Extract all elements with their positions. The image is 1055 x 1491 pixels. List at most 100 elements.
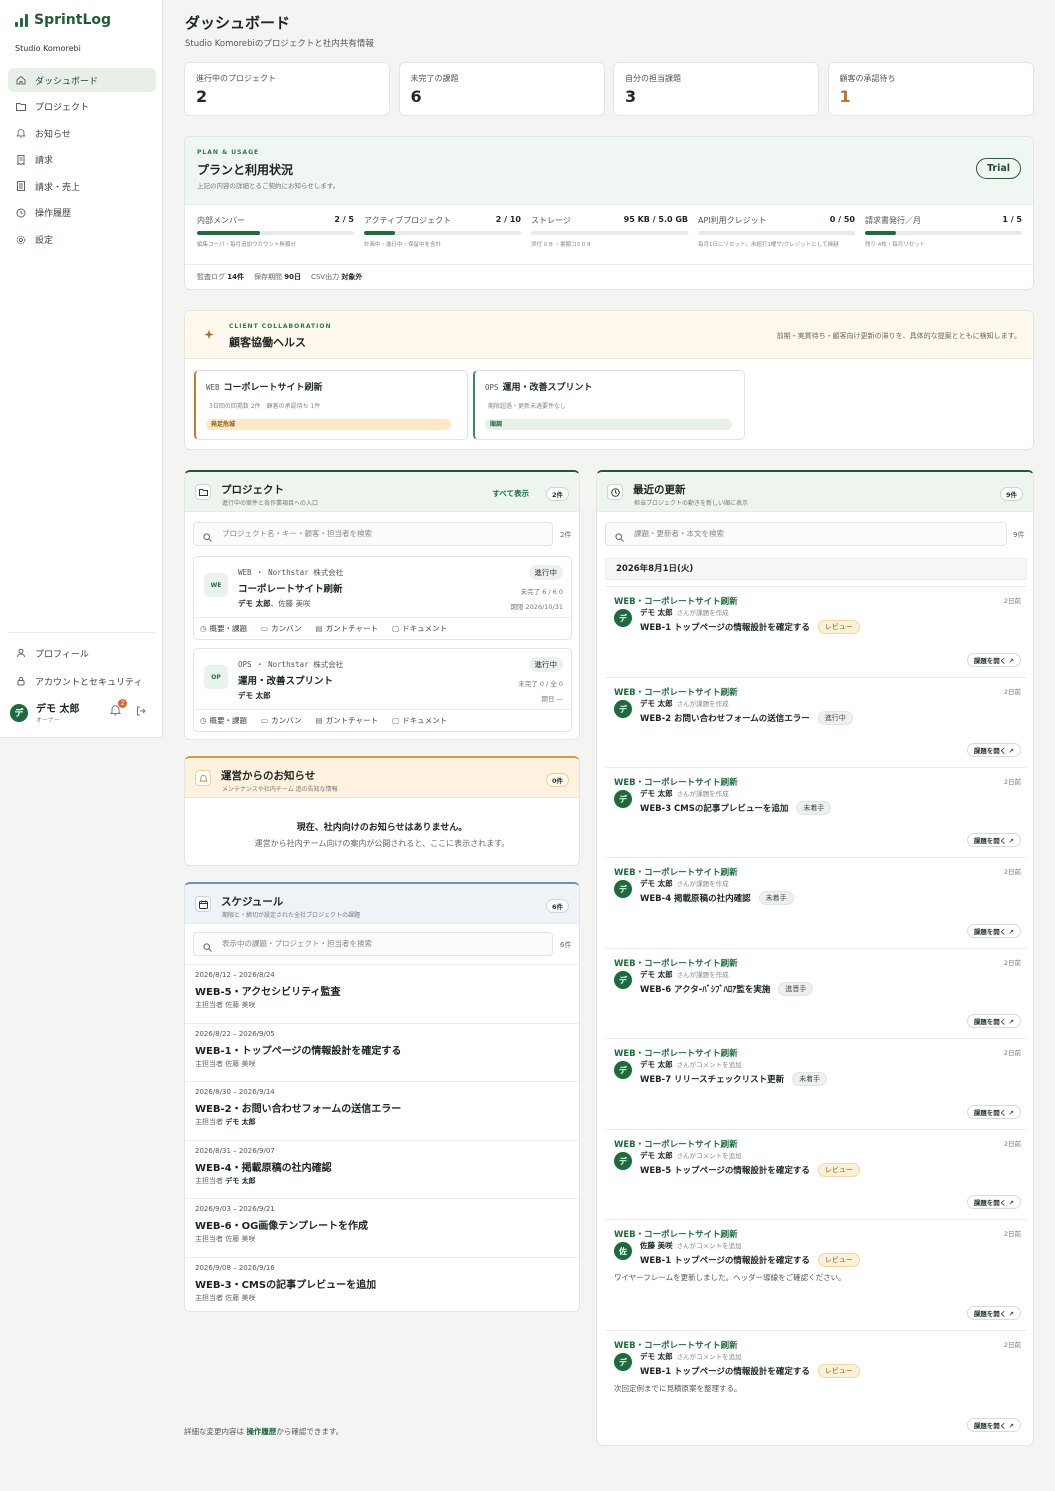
update-user: デモ 太郎 (640, 1151, 673, 1160)
update-item[interactable]: WEB・コーポレートサイト刷新 2日前デデモ 太郎 さんが課題を作成 WEB-6 アク… (605, 948, 1027, 1038)
update-item[interactable]: WEB・コーポレートサイト刷新 2日前デデモ 太郎 さんが課題を作成 WEB-3 CM… (605, 767, 1027, 857)
update-item[interactable]: WEB・コーポレートサイト刷新 2日前デデモ 太郎 さんが課題を作成 WEB-2 お問… (605, 677, 1027, 767)
open-issue-button[interactable]: 課題を開く ↗ (966, 1014, 1021, 1028)
update-action: さんが課題を作成 (676, 700, 729, 708)
collab-meta-2: 顧客の承認待ち 1件 (266, 403, 321, 410)
schedule-item[interactable]: 2026/8/30 – 2026/9/14 WEB-2・お問い合わせフォームの送信… (185, 1081, 579, 1140)
update-project[interactable]: WEB・コーポレートサイト刷新 (614, 957, 738, 969)
status-badge: 進行中 (528, 657, 563, 672)
update-item[interactable]: WEB・コーポレートサイト刷新 2日前デデモ 太郎 さんがコメントを追加 WEB-7 … (605, 1038, 1027, 1129)
schedule-search-count: 6件 (560, 941, 572, 949)
sidebar-item-1[interactable]: プロジェクト (8, 95, 156, 119)
update-comment: ワイヤーフレームを更新しました。ヘッダー導線をご確認ください。 (614, 1273, 846, 1282)
project-name[interactable]: コーポレートサイト刷新 (238, 581, 343, 595)
update-project[interactable]: WEB・コーポレートサイト刷新 (614, 595, 738, 607)
update-project[interactable]: WEB・コーポレートサイト刷新 (614, 1047, 738, 1059)
logout-button[interactable] (136, 706, 146, 719)
usage-label: ストレージ (531, 216, 571, 225)
update-author: デモ 太郎 さんがコメントを追加 (640, 1351, 742, 1362)
sidebar-item-6[interactable]: 設定 (8, 228, 156, 252)
plan-footer-label: CSV出力 (310, 273, 340, 281)
open-issue-button[interactable]: 課題を開く ↗ (966, 1306, 1021, 1320)
project-tab[interactable]: ▢ ドキュメント (392, 715, 447, 726)
update-project[interactable]: WEB・コーポレートサイト刷新 (614, 866, 738, 878)
project-tab[interactable]: ◷ 概要・課題 (200, 715, 247, 726)
project-tab[interactable]: ▤ ガントチャート (316, 715, 379, 726)
update-item[interactable]: WEB・コーポレートサイト刷新 2日前デデモ 太郎 さんが課題を作成 WEB-4 掲載… (605, 857, 1027, 948)
projects-title: プロジェクト (221, 484, 284, 496)
sidebar-item-5[interactable]: 操作履歴 (8, 201, 156, 225)
update-user: デモ 太郎 (640, 1352, 673, 1361)
collab-project-card[interactable]: WEB コーポレートサイト刷新 3日回の回掲数 2件 顧客の承認待ち 1件 発足危城 (194, 370, 468, 440)
schedule-title: WEB-6・OG画像テンプレートを作成 (195, 1221, 369, 1232)
update-item[interactable]: WEB・コーポレートサイト刷新 2日前デデモ 太郎 さんが課題を作成 WEB-1 トッ… (605, 586, 1027, 677)
open-issue-button[interactable]: 課題を開く ↗ (966, 924, 1021, 938)
open-issue-button[interactable]: 課題を開く ↗ (966, 1418, 1021, 1432)
update-project[interactable]: WEB・コーポレートサイト刷新 (614, 1339, 738, 1351)
sidebar-item-2[interactable]: お知らせ (8, 121, 156, 145)
plan-usage-card: PLAN & USAGE プランと利用状況 上記の内容の詳細とるご契約にお知らせ… (184, 136, 1034, 290)
update-project[interactable]: WEB・コーポレートサイト刷新 (614, 686, 738, 698)
project-tab[interactable]: ▭ カンバン (261, 715, 301, 726)
project-name[interactable]: 運用・改善スプリント (238, 673, 333, 687)
schedule-item[interactable]: 2026/8/12 – 2026/8/24 WEB-5・アクセシビリティ監査 主担当… (185, 964, 579, 1023)
footer-suffix: から確認できます。 (276, 1427, 344, 1436)
open-issue-button[interactable]: 課題を開く ↗ (966, 743, 1021, 757)
schedule-item[interactable]: 2026/9/03 – 2026/9/21 WEB-6・OG画像テンプレートを作成… (185, 1198, 579, 1257)
bell-icon (195, 770, 211, 786)
project-tab[interactable]: ▤ ガントチャート (316, 623, 379, 634)
open-issue-button[interactable]: 課題を開く ↗ (966, 833, 1021, 847)
project-tab[interactable]: ▢ ドキュメント (392, 623, 447, 634)
update-action: さんが課題を作成 (676, 880, 729, 888)
update-project[interactable]: WEB・コーポレートサイト刷新 (614, 1138, 738, 1150)
usage-value: 2 / 10 (495, 215, 521, 224)
update-issue-title: WEB-3 CMSの記事プレビューを追加 (640, 804, 789, 814)
sidebar-item-0[interactable]: ダッシュボード (8, 68, 156, 92)
notifications-button[interactable]: 2 (109, 699, 127, 719)
schedule-dates: 2026/8/30 – 2026/9/14 (195, 1088, 275, 1096)
update-item[interactable]: WEB・コーポレートサイト刷新 2日前佐佐藤 美咲 さんがコメントを追加 WEB-1 … (605, 1219, 1027, 1330)
user-menu[interactable]: デ デモ 太郎 オーナー 2 (10, 699, 156, 725)
schedule-item[interactable]: 2026/8/31 – 2026/9/07 WEB-4・掲載原稿の社内確認 主担当者… (185, 1139, 579, 1199)
project-tab[interactable]: ◷ 概要・課題 (200, 623, 247, 634)
plan-badge[interactable]: Trial (975, 158, 1021, 179)
app-logo[interactable]: SprintLog (15, 12, 111, 28)
project-card[interactable]: OP OPS ・ Northstar 株式会社 運用・改善スプリント デモ 太郎 進行中… (193, 648, 572, 732)
updates-search-input[interactable]: 課題・更新者・本文を検索 (605, 522, 1007, 546)
update-issue: WEB-6 アクタ-ﾊﾞｼﾌﾞﾊﾛｱ監を実施 進晋手 (640, 982, 814, 996)
open-issue-button[interactable]: 課題を開く ↗ (966, 1195, 1021, 1209)
update-project[interactable]: WEB・コーポレートサイト刷新 (614, 776, 738, 788)
stat-label: 進行中のプロジェクト (196, 74, 276, 83)
history-link[interactable]: 操作履歴 (246, 1427, 276, 1436)
schedule-search-input[interactable]: 表示中の課題・プロジェクト・担当者を検索 (193, 932, 553, 956)
sidebar-item-3[interactable]: 請求 (8, 148, 156, 172)
owner-name: 佐藤 美咲 (225, 1293, 256, 1302)
open-issue-button[interactable]: 課題を開く ↗ (966, 1105, 1021, 1119)
update-item[interactable]: WEB・コーポレートサイト刷新 2日前デデモ 太郎 さんがコメントを追加 WEB-5 … (605, 1129, 1027, 1219)
update-project[interactable]: WEB・コーポレートサイト刷新 (614, 1228, 738, 1240)
security-link[interactable]: アカウントとセキュリティ (8, 670, 156, 692)
project-search-input[interactable]: プロジェクト名・キー・顧客・担当者を検索 (193, 522, 553, 546)
usage-label: 請求書発行／月 (865, 216, 921, 225)
bell-icon (109, 705, 122, 719)
schedule-item[interactable]: 2026/8/22 – 2026/9/05 WEB-1・トップページの情報設計を確… (185, 1022, 579, 1082)
project-tab[interactable]: ▭ カンバン (261, 623, 301, 634)
usage-meter: API利用クレジット 0 / 50 毎月1日にリセット。未超打1曜ザ/クレジットとし… (698, 215, 855, 248)
update-issue-title: WEB-5 トップページの情報設計を確定する (640, 1166, 810, 1176)
collab-meta-1: 期限超過・更新未適要件なし (488, 403, 567, 410)
schedule-owner: 主担当者 佐藤 美咲 (195, 1234, 255, 1244)
update-item[interactable]: WEB・コーポレートサイト刷新 2日前デデモ 太郎 さんがコメントを追加 WEB-1 … (605, 1330, 1027, 1442)
open-issue-button[interactable]: 課題を開く ↗ (966, 653, 1021, 667)
notice-empty-body: 運営から社内チーム向けの案内が公開されると、ここに表示されます。 (254, 839, 510, 848)
update-time: 2日前 (1003, 778, 1021, 786)
schedule-item[interactable]: 2026/9/08 – 2026/9/16 WEB-3・CMSの記事プレビューを追… (185, 1256, 579, 1312)
update-time: 2日前 (1003, 959, 1021, 967)
update-issue: WEB-1 トップページの情報設計を確定する レビュー (640, 620, 860, 634)
view-all-link[interactable]: すべて表示 (492, 488, 529, 499)
profile-link[interactable]: プロフィール (8, 642, 156, 664)
project-card[interactable]: WE WEB ・ Northstar 株式会社 コーポレートサイト刷新 デモ 太郎、佐… (193, 556, 572, 640)
project-other-members: 、佐藤 美咲 (270, 599, 311, 608)
update-time: 2日前 (1003, 868, 1021, 876)
sidebar-item-4[interactable]: 請求・売上 (8, 174, 156, 198)
collab-project-card[interactable]: OPS 運用・改善スプリント 期限超過・更新未適要件なし 順調 (473, 370, 745, 440)
